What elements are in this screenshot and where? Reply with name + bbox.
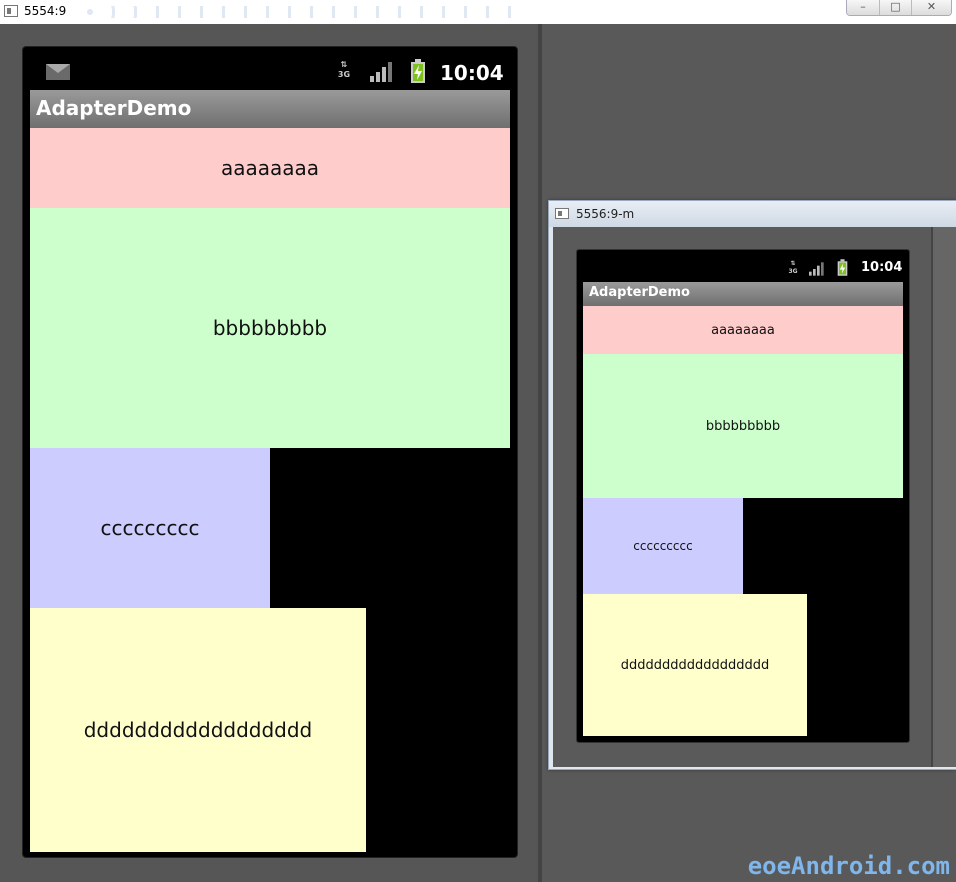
scrollbar-thumb[interactable]: [549, 287, 552, 365]
list-item-label: ccccccccc: [633, 539, 693, 553]
app-title-bar-small: AdapterDemo: [583, 282, 903, 306]
network-3g-icon: ⇅ 3G: [337, 60, 351, 79]
maximize-button[interactable]: □: [879, 0, 911, 15]
status-bar-small: ⇅ 3G 10:04: [583, 254, 903, 282]
window-app-icon[interactable]: [555, 208, 569, 219]
list-item-a[interactable]: aaaaaaaa: [583, 306, 903, 354]
network-label: 3G: [788, 268, 798, 275]
list-item-d[interactable]: dddddddddddddddddd: [30, 608, 366, 852]
app-title: AdapterDemo: [589, 285, 690, 300]
list-item-label: bbbbbbbbb: [212, 316, 328, 340]
app-title-bar: AdapterDemo: [30, 90, 510, 128]
list-item-label: bbbbbbbbb: [705, 418, 781, 434]
mail-icon: [46, 64, 70, 80]
battery-charging-icon: [837, 259, 848, 276]
main-window-title: 5554:9: [24, 4, 67, 18]
network-3g-icon: ⇅ 3G: [788, 260, 798, 275]
list-item-d[interactable]: dddddddddddddddddd: [583, 594, 807, 736]
main-window-titlebar[interactable]: 5554:9 – □ ✕: [0, 0, 956, 24]
status-bar: ⇅ 3G 10:04: [30, 52, 510, 90]
secondary-window-title: 5556:9-m: [576, 207, 635, 221]
list-item-c[interactable]: ccccccccc: [30, 448, 270, 608]
titlebar-decoration: [80, 6, 520, 18]
list-item-a[interactable]: aaaaaaaa: [30, 128, 510, 208]
battery-charging-icon: [411, 59, 425, 83]
list-item-label: dddddddddddddddddd: [620, 657, 770, 673]
list-item-label: ccccccccc: [100, 516, 200, 540]
list-item-c[interactable]: ccccccccc: [583, 498, 743, 594]
status-time: 10:04: [861, 260, 903, 275]
signal-icon: [809, 262, 824, 276]
emulator-side-panel: [933, 227, 956, 767]
minimize-button[interactable]: –: [847, 0, 879, 15]
status-time: 10:04: [440, 61, 504, 85]
list-item-b[interactable]: bbbbbbbbb: [30, 208, 510, 448]
list-item-label: aaaaaaaa: [220, 156, 320, 180]
secondary-window-titlebar[interactable]: 5556:9-m: [549, 201, 956, 227]
close-button[interactable]: ✕: [911, 0, 951, 15]
app-title: AdapterDemo: [36, 96, 192, 120]
list-item-b[interactable]: bbbbbbbbb: [583, 354, 903, 498]
network-label: 3G: [337, 70, 351, 79]
list-item-label: aaaaaaaa: [711, 322, 775, 338]
window-controls: – □ ✕: [846, 0, 952, 16]
window-app-icon[interactable]: [4, 5, 18, 17]
list-item-label: dddddddddddddddddd: [83, 718, 313, 742]
signal-icon: [370, 62, 392, 82]
watermark-logo: eoeAndroid.com: [747, 852, 950, 880]
